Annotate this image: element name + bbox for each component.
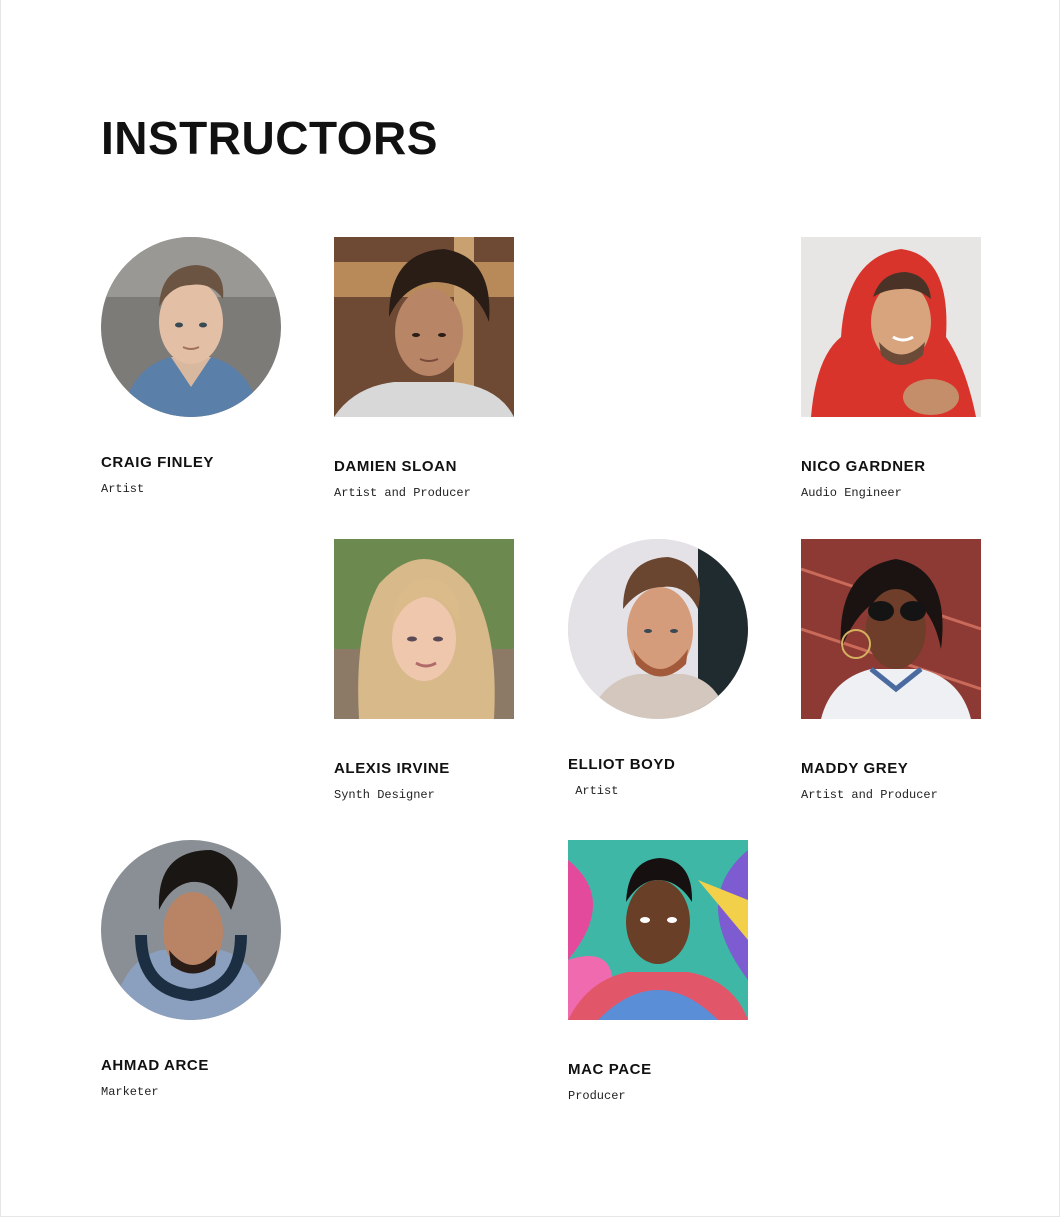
portrait-image bbox=[101, 840, 281, 1020]
instructor-name[interactable]: DAMIEN SLOAN bbox=[334, 458, 534, 476]
instructor-role: Artist and Producer bbox=[334, 486, 471, 500]
page-title: INSTRUCTORS bbox=[101, 112, 438, 164]
instructor-photo[interactable] bbox=[568, 840, 748, 1020]
instructor-photo[interactable] bbox=[334, 539, 514, 719]
instructor-role: Artist bbox=[568, 784, 619, 798]
instructor-photo[interactable] bbox=[334, 237, 514, 417]
portrait-image bbox=[801, 237, 981, 417]
instructor-name[interactable]: NICO GARDNER bbox=[801, 458, 1001, 476]
instructor-card-maddy-grey[interactable]: MADDY GREY Artist and Producer bbox=[801, 539, 1001, 803]
portrait-image bbox=[568, 840, 748, 1020]
instructor-name[interactable]: ELLIOT BOYD bbox=[568, 756, 768, 774]
instructor-role: Synth Designer bbox=[334, 788, 435, 802]
instructor-name[interactable]: AHMAD ARCE bbox=[101, 1057, 301, 1075]
instructor-photo[interactable] bbox=[101, 840, 281, 1020]
instructor-card-alexis-irvine[interactable]: ALEXIS IRVINE Synth Designer bbox=[334, 539, 534, 803]
instructor-photo[interactable] bbox=[568, 539, 748, 719]
instructor-card-damien-sloan[interactable]: DAMIEN SLOAN Artist and Producer bbox=[334, 237, 534, 501]
portrait-image bbox=[568, 539, 748, 719]
instructor-role: Artist and Producer bbox=[801, 788, 938, 802]
instructor-name[interactable]: ALEXIS IRVINE bbox=[334, 760, 534, 778]
instructor-role: Audio Engineer bbox=[801, 486, 902, 500]
instructor-role: Marketer bbox=[101, 1085, 159, 1099]
instructor-card-elliot-boyd[interactable]: ELLIOT BOYD Artist bbox=[568, 539, 768, 799]
instructor-photo[interactable] bbox=[801, 237, 981, 417]
portrait-image bbox=[101, 237, 281, 417]
instructor-card-mac-pace[interactable]: MAC PACE Producer bbox=[568, 840, 768, 1104]
instructor-card-nico-gardner[interactable]: NICO GARDNER Audio Engineer bbox=[801, 237, 1001, 501]
instructor-name[interactable]: CRAIG FINLEY bbox=[101, 454, 301, 472]
instructor-role: Artist bbox=[101, 482, 145, 496]
instructor-role: Producer bbox=[568, 1089, 626, 1103]
instructor-photo[interactable] bbox=[801, 539, 981, 719]
portrait-image bbox=[334, 539, 514, 719]
instructor-card-ahmad-arce[interactable]: AHMAD ARCE Marketer bbox=[101, 840, 301, 1100]
portrait-image bbox=[801, 539, 981, 719]
instructor-name[interactable]: MAC PACE bbox=[568, 1061, 768, 1079]
instructor-photo[interactable] bbox=[101, 237, 281, 417]
instructor-card-craig-finley[interactable]: CRAIG FINLEY Artist bbox=[101, 237, 301, 497]
instructor-name[interactable]: MADDY GREY bbox=[801, 760, 1001, 778]
portrait-image bbox=[334, 237, 514, 417]
